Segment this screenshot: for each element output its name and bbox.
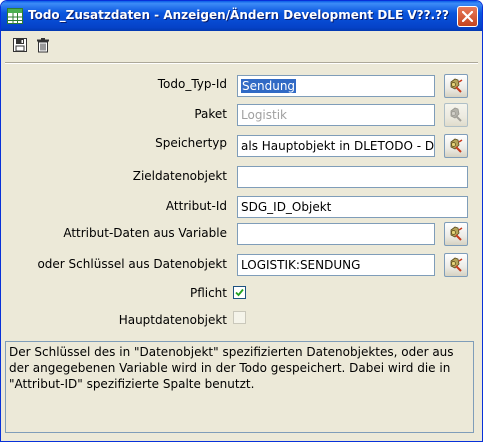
attribut-id-input[interactable]: SDG_ID_Objekt (237, 196, 468, 218)
todo-typ-id-value: Sendung (241, 79, 297, 93)
speichertyp-search-button[interactable] (444, 134, 468, 158)
close-icon (462, 11, 473, 22)
todo-typ-id-label: Todo_Typ-Id (157, 77, 227, 91)
dialog-window: Todo_Zusatzdaten - Anzeigen/Ändern Devel… (0, 0, 483, 442)
pflicht-label: Pflicht (189, 286, 227, 300)
paket-input: Logistik (237, 104, 435, 126)
speichertyp-input[interactable]: als Hauptobjekt in DLETODO - D (237, 135, 435, 157)
paket-label: Paket (194, 107, 227, 121)
todo-typ-id-search-button[interactable] (444, 74, 468, 98)
attribut-id-label: Attribut-Id (165, 199, 227, 213)
save-button[interactable] (12, 37, 30, 55)
zieldatenobjekt-label: Zieldatenobjekt (132, 169, 227, 183)
hauptdatenobjekt-label: Hauptdatenobjekt (118, 313, 227, 327)
attribut-daten-search-button[interactable] (444, 222, 468, 246)
save-icon (13, 38, 27, 52)
attribut-daten-label: Attribut-Daten aus Variable (63, 226, 227, 240)
zieldatenobjekt-input[interactable] (237, 166, 468, 188)
binoculars-icon (450, 257, 463, 272)
trash-icon (37, 38, 49, 53)
close-button[interactable] (457, 6, 478, 27)
pflicht-checkbox[interactable] (233, 286, 246, 299)
attribut-daten-input[interactable] (237, 223, 435, 245)
binoculars-icon (450, 107, 462, 122)
schluessel-search-button[interactable] (444, 253, 468, 277)
hauptdatenobjekt-checkbox (233, 311, 246, 324)
checkmark-icon (235, 288, 244, 297)
speichertyp-label: Speichertyp (155, 136, 227, 150)
schluessel-label: oder Schlüssel aus Datenobjekt (37, 257, 227, 271)
delete-button[interactable] (35, 37, 53, 55)
binoculars-icon (450, 78, 463, 93)
description-panel: Der Schlüssel des in "Datenobjekt" spezi… (5, 341, 474, 433)
binoculars-icon (450, 226, 463, 241)
todo-typ-id-input[interactable]: Sendung (237, 75, 435, 97)
toolbar-separator (5, 62, 478, 64)
title-bar[interactable]: Todo_Zusatzdaten - Anzeigen/Ändern Devel… (1, 1, 482, 31)
window-title: Todo_Zusatzdaten - Anzeigen/Ändern Devel… (28, 8, 450, 22)
paket-search-button (444, 103, 468, 127)
binoculars-icon (450, 138, 463, 153)
table-app-icon (7, 8, 23, 24)
schluessel-input[interactable]: LOGISTIK:SENDUNG (237, 254, 435, 276)
